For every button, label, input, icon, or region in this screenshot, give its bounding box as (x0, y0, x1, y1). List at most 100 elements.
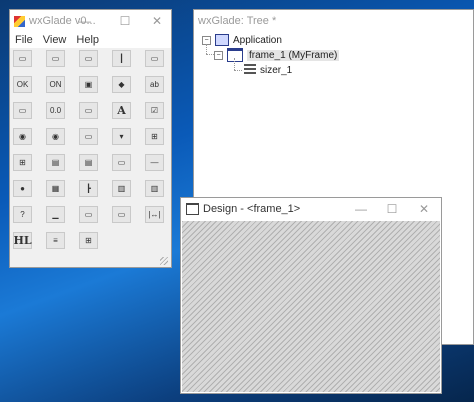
splitter-tool[interactable]: ┃ (112, 50, 131, 67)
choice-icon: ▭ (84, 131, 93, 141)
tree-node-frame[interactable]: − frame_1 (MyFrame) (214, 48, 340, 62)
menu-file[interactable]: File (15, 34, 33, 46)
empty-slot-tool[interactable]: ▭ (112, 206, 131, 223)
color-picker-icon: ● (20, 183, 25, 193)
hyperlink-tool[interactable]: HL (13, 232, 32, 249)
spin-ctrl-icon: ▭ (84, 105, 93, 115)
radio-box-tool[interactable]: ◉ (46, 128, 65, 145)
design-close-button[interactable]: ✕ (409, 198, 439, 220)
button-tool[interactable]: OK (13, 76, 32, 93)
text-ctrl-tool[interactable]: ab (145, 76, 164, 93)
bitmap-button-tool[interactable]: ▣ (79, 76, 98, 93)
html-window-tool[interactable]: ▥ (112, 180, 131, 197)
radio-box-icon: ◉ (52, 131, 59, 141)
radio-button-tool[interactable]: ◉ (13, 128, 32, 145)
checkbox-tool[interactable]: ☑ (145, 102, 164, 119)
dialog-tool[interactable]: ▭ (46, 50, 65, 67)
button-icon: OK (16, 79, 29, 89)
slider-icon: ⊞ (151, 131, 158, 141)
sizer-label: sizer_1 (260, 64, 293, 76)
gauge-tool[interactable]: ▁ (46, 206, 65, 223)
static-line-tool[interactable]: ― (145, 154, 164, 171)
menu-help[interactable]: Help (76, 34, 99, 46)
tree-ctrl-icon: ┣ (86, 183, 91, 193)
flex-grid-sizer-tool[interactable]: ⊞ (79, 232, 98, 249)
combo-box-tool[interactable]: ▭ (13, 102, 32, 119)
palette-titlebar[interactable]: wxGlade v0... — ☐ ✕ (10, 10, 171, 32)
custom-widget-icon: ? (20, 209, 25, 219)
html-window-icon: ▥ (117, 183, 126, 193)
static-line-icon: ― (150, 157, 159, 167)
scroll-window-tool[interactable]: ▥ (145, 180, 164, 197)
grid-sizer-icon: ⊞ (19, 157, 26, 167)
list-ctrl-tool[interactable]: ▤ (79, 154, 98, 171)
frame-icon (227, 48, 243, 62)
spacer-tool[interactable]: |↔| (145, 206, 164, 223)
wxglade-logo-icon (14, 15, 25, 27)
grid-tool[interactable]: ▦ (46, 180, 65, 197)
toggle-button-tool[interactable]: ON (46, 76, 65, 93)
panel-tool[interactable]: ▭ (79, 50, 98, 67)
design-window: Design - <frame_1> — ☐ ✕ (180, 197, 442, 394)
calendar-tool[interactable]: ▭ (112, 154, 131, 171)
design-minimize-button[interactable]: — (346, 198, 376, 220)
checkbox-icon: ☑ (150, 105, 159, 115)
palette-menubar: File View Help (10, 32, 171, 48)
frame-tool[interactable]: ▭ (13, 50, 32, 67)
static-box-icon: ▭ (84, 209, 93, 219)
design-titlebar[interactable]: Design - <frame_1> — ☐ ✕ (181, 198, 441, 220)
spin-button-icon: ◆ (118, 79, 125, 89)
expander-icon[interactable]: − (214, 50, 223, 60)
combo-tool[interactable]: ▾ (112, 128, 131, 145)
toggle-button-icon: ON (49, 79, 62, 89)
maximize-button[interactable]: ☐ (110, 10, 140, 32)
color-picker-tool[interactable]: ● (13, 180, 32, 197)
close-button[interactable]: ✕ (142, 10, 172, 32)
notebook-tool[interactable]: ▭ (145, 50, 164, 67)
application-icon (215, 34, 229, 46)
sizer-icon (244, 64, 256, 76)
static-box-tool[interactable]: ▭ (79, 206, 98, 223)
hyperlink-icon: HL (13, 234, 32, 247)
spin-ctrl-double-tool[interactable]: 0.0 (46, 102, 65, 119)
choice-tool[interactable]: ▭ (79, 128, 98, 145)
palette-window: wxGlade v0... — ☐ ✕ File View Help ▭ ▭ ▭ ┃ ▭… (9, 9, 172, 268)
box-sizer-icon: ≡ (53, 235, 58, 245)
tree-node-sizer[interactable]: sizer_1 (244, 64, 292, 76)
spin-ctrl-tool[interactable]: ▭ (79, 102, 98, 119)
spacer-icon: |↔| (148, 209, 161, 219)
frame-window-icon (186, 203, 199, 215)
design-canvas[interactable] (182, 221, 440, 392)
gauge-icon: ▁ (52, 209, 59, 219)
tree-titlebar[interactable]: wxGlade: Tree * (194, 10, 473, 32)
combo-icon: ▾ (119, 131, 124, 141)
bitmap-button-icon: ▣ (84, 79, 93, 89)
spin-ctrl-double-icon: 0.0 (49, 105, 62, 115)
list-ctrl-icon: ▤ (84, 157, 93, 167)
application-label: Application (233, 34, 282, 46)
dialog-icon: ▭ (51, 53, 60, 63)
menu-view[interactable]: View (43, 34, 67, 46)
tree-node-application[interactable]: − Application (202, 34, 282, 46)
grid-icon: ▦ (51, 183, 60, 193)
slider-tool[interactable]: ⊞ (145, 128, 164, 145)
design-maximize-button[interactable]: ☐ (377, 198, 407, 220)
flex-grid-sizer-icon: ⊞ (85, 235, 92, 245)
resize-grip-icon[interactable] (160, 257, 168, 265)
static-text-icon: A (117, 104, 126, 117)
empty-slot-icon: ▭ (117, 209, 126, 219)
grid-sizer-tool[interactable]: ⊞ (13, 154, 32, 171)
minimize-button[interactable]: — (70, 10, 100, 32)
tree-ctrl-tool[interactable]: ┣ (79, 180, 98, 197)
tree-title: wxGlade: Tree * (198, 15, 277, 27)
frame-icon: ▭ (18, 53, 27, 63)
static-text-tool[interactable]: A (112, 102, 131, 119)
list-box-tool[interactable]: ▤ (46, 154, 65, 171)
panel-icon: ▭ (84, 53, 93, 63)
spin-button-tool[interactable]: ◆ (112, 76, 131, 93)
custom-widget-tool[interactable]: ? (13, 206, 32, 223)
splitter-icon: ┃ (119, 53, 124, 63)
combo-box-icon: ▭ (18, 105, 27, 115)
frame-label: frame_1 (MyFrame) (247, 49, 340, 61)
box-sizer-tool[interactable]: ≡ (46, 232, 65, 249)
